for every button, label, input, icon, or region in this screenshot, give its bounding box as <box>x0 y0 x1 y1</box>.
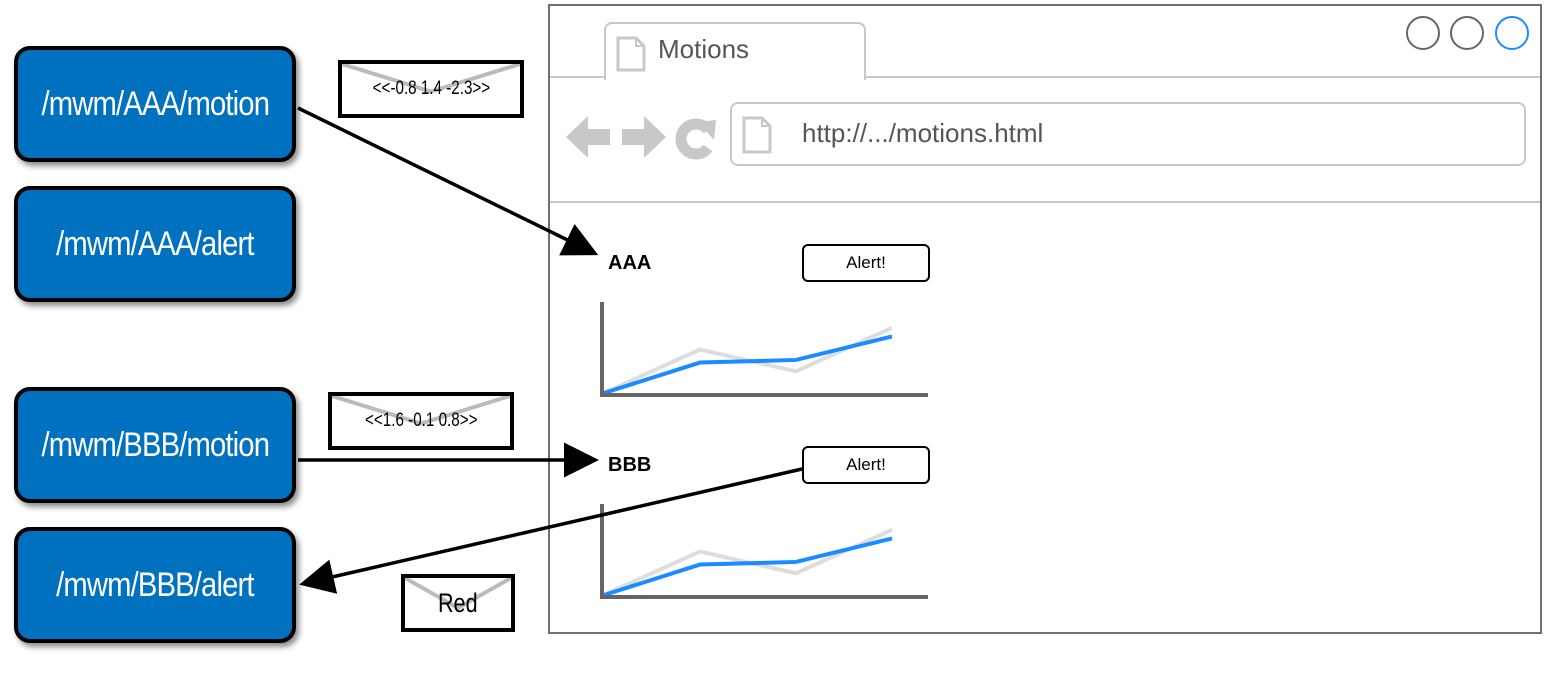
topic-aaa-motion: /mwm/AAA/motion <box>14 46 296 162</box>
back-arrow-icon[interactable] <box>566 114 612 160</box>
series-line-primary <box>603 536 893 597</box>
url-text: http://.../motions.html <box>802 118 1044 148</box>
topic-label: /mwm/AAA/alert <box>56 224 254 263</box>
series-line-primary <box>603 334 893 395</box>
page-icon <box>742 116 772 154</box>
chart-bbb <box>600 504 928 599</box>
message-text: <<-0.8 1.4 -2.3>> <box>372 78 490 99</box>
window-button-3[interactable] <box>1495 16 1529 50</box>
toolbar-divider <box>550 201 1540 203</box>
url-bar[interactable]: http://.../motions.html <box>730 102 1526 166</box>
topic-bbb-alert: /mwm/BBB/alert <box>14 527 296 643</box>
message-text: <<1.6 -0.1 0.8>> <box>364 410 478 431</box>
message-envelope-bbb-alert: Red <box>401 574 515 632</box>
topic-label: /mwm/AAA/motion <box>41 84 269 123</box>
alert-button-bbb[interactable]: Alert! <box>802 446 930 484</box>
topic-label: /mwm/BBB/motion <box>41 425 269 464</box>
reload-icon[interactable] <box>674 118 718 160</box>
topic-label: /mwm/BBB/alert <box>56 565 254 604</box>
message-envelope-aaa-motion: <<-0.8 1.4 -2.3>> <box>338 60 524 118</box>
panel-label-aaa: AAA <box>608 252 652 274</box>
browser-window: Motions http://.../motions.html AAA Aler… <box>548 4 1542 634</box>
tab-motions[interactable]: Motions <box>604 22 866 80</box>
message-text: Red <box>438 587 478 618</box>
topic-bbb-motion: /mwm/BBB/motion <box>14 387 296 503</box>
window-button-2[interactable] <box>1450 16 1484 50</box>
page-icon <box>616 36 646 72</box>
topic-aaa-alert: /mwm/AAA/alert <box>14 186 296 302</box>
alert-button-aaa[interactable]: Alert! <box>802 244 930 282</box>
window-button-1[interactable] <box>1406 16 1440 50</box>
tab-title: Motions <box>658 34 750 64</box>
chart-aaa <box>600 302 928 397</box>
message-envelope-bbb-motion: <<1.6 -0.1 0.8>> <box>328 392 514 450</box>
panel-label-bbb: BBB <box>608 454 652 476</box>
forward-arrow-icon[interactable] <box>620 114 666 160</box>
